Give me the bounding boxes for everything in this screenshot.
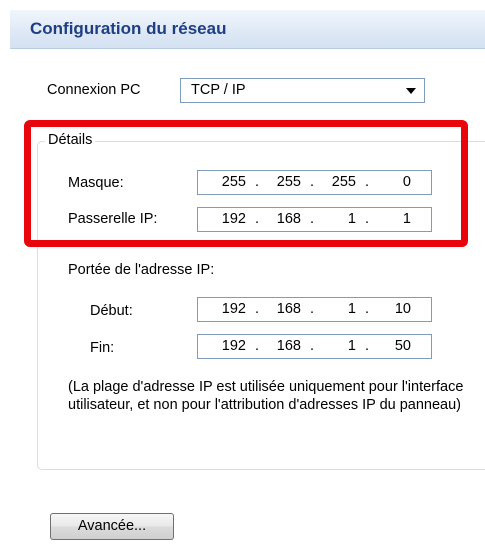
page-title: Configuration du réseau	[30, 19, 227, 38]
ip-separator: .	[310, 301, 315, 317]
ip-range-label: Portée de l'adresse IP:	[68, 262, 215, 278]
ip-octet-1[interactable]: 192	[208, 301, 246, 317]
network-config-panel: Configuration du réseau Connexion PC TCP…	[0, 0, 485, 555]
ip-separator: .	[255, 301, 260, 317]
ip-separator: .	[365, 338, 370, 354]
range-start-label: Début:	[90, 303, 133, 319]
range-end-label: Fin:	[90, 340, 115, 356]
ip-separator: .	[365, 301, 370, 317]
ip-octet-2[interactable]: 168	[263, 338, 301, 354]
ip-separator: .	[255, 338, 260, 354]
ip-octet-4[interactable]: 10	[373, 301, 411, 317]
ip-octet-2[interactable]: 168	[263, 301, 301, 317]
ip-octet-4[interactable]: 50	[373, 338, 411, 354]
connection-select-value: TCP / IP	[191, 82, 246, 98]
ip-octet-3[interactable]: 1	[318, 301, 356, 317]
chevron-down-icon[interactable]	[406, 88, 416, 94]
panel-header: Configuration du réseau	[10, 10, 485, 49]
connection-select[interactable]: TCP / IP	[180, 78, 425, 103]
range-end-ip-field[interactable]: 192 . 168 . 1 . 50	[197, 334, 432, 359]
connection-label: Connexion PC	[47, 82, 141, 98]
ip-range-note: (La plage d'adresse IP est utilisée uniq…	[68, 379, 464, 413]
highlight-annotation	[24, 120, 468, 247]
advanced-button[interactable]: Avancée...	[50, 513, 174, 540]
ip-octet-3[interactable]: 1	[318, 338, 356, 354]
ip-octet-1[interactable]: 192	[208, 338, 246, 354]
range-start-ip-field[interactable]: 192 . 168 . 1 . 10	[197, 297, 432, 322]
ip-separator: .	[310, 338, 315, 354]
